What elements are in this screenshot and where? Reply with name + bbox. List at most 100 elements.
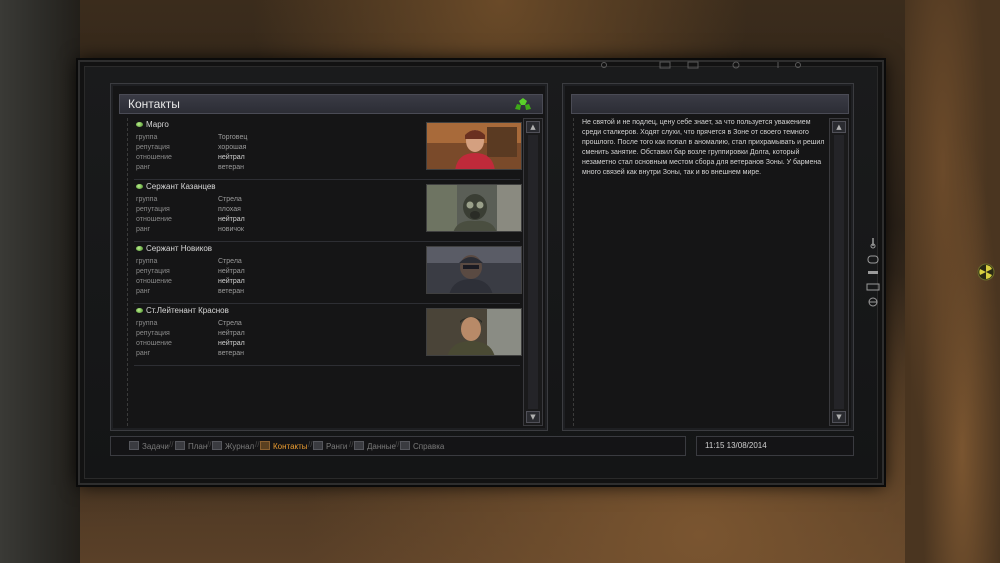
- group-value: Торговец: [218, 134, 248, 141]
- attitude-value: нейтрал: [218, 154, 245, 161]
- pda-side-buttons: [866, 236, 880, 312]
- contact-name: Сержант Новиков: [146, 244, 213, 253]
- attitude-value: нейтрал: [218, 216, 245, 223]
- attitude-label: отношение: [136, 278, 172, 285]
- reputation-value: нейтрал: [218, 268, 245, 275]
- contacts-list: Марго группа Торговец репутация хорошая …: [127, 118, 522, 426]
- clock-box: 11:15 13/08/2014: [696, 436, 854, 456]
- scrollbar-track[interactable]: [834, 135, 844, 409]
- rank-value: ветеран: [218, 350, 244, 357]
- reputation-label: репутация: [136, 330, 170, 337]
- tab-label: Справка: [413, 442, 445, 451]
- attitude-label: отношение: [136, 154, 172, 161]
- description-panel: Не святой и не подлец, цену себе знает, …: [562, 83, 854, 431]
- tab-tasks[interactable]: Задачи: [129, 441, 169, 453]
- tab-label: Ранги: [326, 442, 348, 451]
- description-title-bar: [571, 94, 849, 114]
- arrow-up-icon[interactable]: ▲: [526, 121, 540, 133]
- contacts-panel-title: Контакты: [128, 97, 180, 111]
- group-value: Стрела: [218, 320, 242, 327]
- contact-name: Ст.Лейтенант Краснов: [146, 306, 229, 315]
- portrait-novikov-image: [427, 247, 521, 293]
- tab-icon: [354, 441, 364, 450]
- pda-top-indicators: [598, 60, 828, 70]
- reputation-label: репутация: [136, 268, 170, 275]
- tab-data[interactable]: Данные: [354, 441, 396, 453]
- contacts-panel: Контакты Марго группа Торговец репутация…: [110, 83, 548, 431]
- attitude-label: отношение: [136, 340, 172, 347]
- tab-separator: //: [255, 440, 260, 449]
- contact-name: Сержант Казанцев: [146, 182, 216, 191]
- pda-tabs-bar: Задачи // План // Журнал // Контакты // …: [110, 436, 686, 456]
- contact-name: Марго: [146, 120, 169, 129]
- reputation-label: репутация: [136, 206, 170, 213]
- tab-map[interactable]: План: [175, 441, 207, 453]
- reputation-value: хорошая: [218, 144, 247, 151]
- group-label: группа: [136, 258, 158, 265]
- rank-value: ветеран: [218, 164, 244, 171]
- group-label: группа: [136, 320, 158, 327]
- list-item-contact[interactable]: Марго группа Торговец репутация хорошая …: [134, 118, 522, 180]
- tab-icon: [212, 441, 222, 450]
- description-area: Не святой и не подлец, цену себе знает, …: [573, 118, 825, 426]
- reputation-value: плохая: [218, 206, 241, 213]
- group-value: Стрела: [218, 258, 242, 265]
- group-value: Стрела: [218, 196, 242, 203]
- status-dot-icon: [136, 308, 143, 313]
- description-scrollbar[interactable]: ▲ ▼: [829, 118, 849, 426]
- radiation-icon: [515, 98, 531, 110]
- portrait-margo-image: [427, 123, 521, 169]
- group-label: группа: [136, 196, 158, 203]
- attitude-value: нейтрал: [218, 340, 245, 347]
- arrow-down-icon[interactable]: ▼: [526, 411, 540, 423]
- tab-icon: [313, 441, 323, 450]
- portrait-kazantsev-image: [427, 185, 521, 231]
- rank-value: ветеран: [218, 288, 244, 295]
- tab-contacts[interactable]: Контакты: [260, 441, 308, 453]
- contacts-title-bar: Контакты: [119, 94, 543, 114]
- status-dot-icon: [136, 122, 143, 127]
- contact-portrait: [426, 308, 522, 356]
- radiation-hud-icon: [977, 263, 995, 281]
- tab-separator: //: [308, 440, 313, 449]
- arrow-down-icon[interactable]: ▼: [832, 411, 846, 423]
- tab-icon: [400, 441, 410, 450]
- contacts-scrollbar[interactable]: ▲ ▼: [523, 118, 543, 426]
- attitude-value: нейтрал: [218, 278, 245, 285]
- list-item-contact[interactable]: Сержант Новиков группа Стрела репутация …: [134, 242, 522, 304]
- list-item-contact[interactable]: Сержант Казанцев группа Стрела репутация…: [134, 180, 522, 242]
- contact-portrait: [426, 184, 522, 232]
- tab-separator: //: [169, 440, 174, 449]
- portrait-krasnov-image: [427, 309, 521, 355]
- status-dot-icon: [136, 246, 143, 251]
- scrollbar-track[interactable]: [528, 135, 538, 409]
- side-buttons-icons[interactable]: [866, 236, 880, 312]
- tab-separator: //: [207, 440, 212, 449]
- tab-separator: //: [349, 440, 354, 449]
- attitude-label: отношение: [136, 216, 172, 223]
- tab-journal[interactable]: Журнал: [212, 441, 254, 453]
- arrow-up-icon[interactable]: ▲: [832, 121, 846, 133]
- contact-portrait: [426, 122, 522, 170]
- background-cave-wall-left: [0, 0, 80, 563]
- contact-portrait: [426, 246, 522, 294]
- tab-help[interactable]: Справка: [400, 441, 444, 453]
- list-item-contact[interactable]: Ст.Лейтенант Краснов группа Стрела репут…: [134, 304, 522, 366]
- tab-label: Журнал: [225, 442, 255, 451]
- rank-label: ранг: [136, 226, 151, 233]
- tab-label: Данные: [367, 442, 396, 451]
- tab-icon: [129, 441, 139, 450]
- status-dot-icon: [136, 184, 143, 189]
- contact-description: Не святой и не подлец, цену себе знает, …: [582, 119, 825, 176]
- rank-label: ранг: [136, 164, 151, 171]
- tab-separator: //: [395, 440, 400, 449]
- tab-ranks[interactable]: Ранги: [313, 441, 347, 453]
- group-label: группа: [136, 134, 158, 141]
- tab-label: Контакты: [273, 442, 308, 451]
- rank-value: новичок: [218, 226, 244, 233]
- tab-icon: [260, 441, 270, 450]
- tab-icon: [175, 441, 185, 450]
- reputation-label: репутация: [136, 144, 170, 151]
- datetime-display: 11:15 13/08/2014: [705, 441, 767, 450]
- pda-top-icons-strip: [601, 61, 801, 69]
